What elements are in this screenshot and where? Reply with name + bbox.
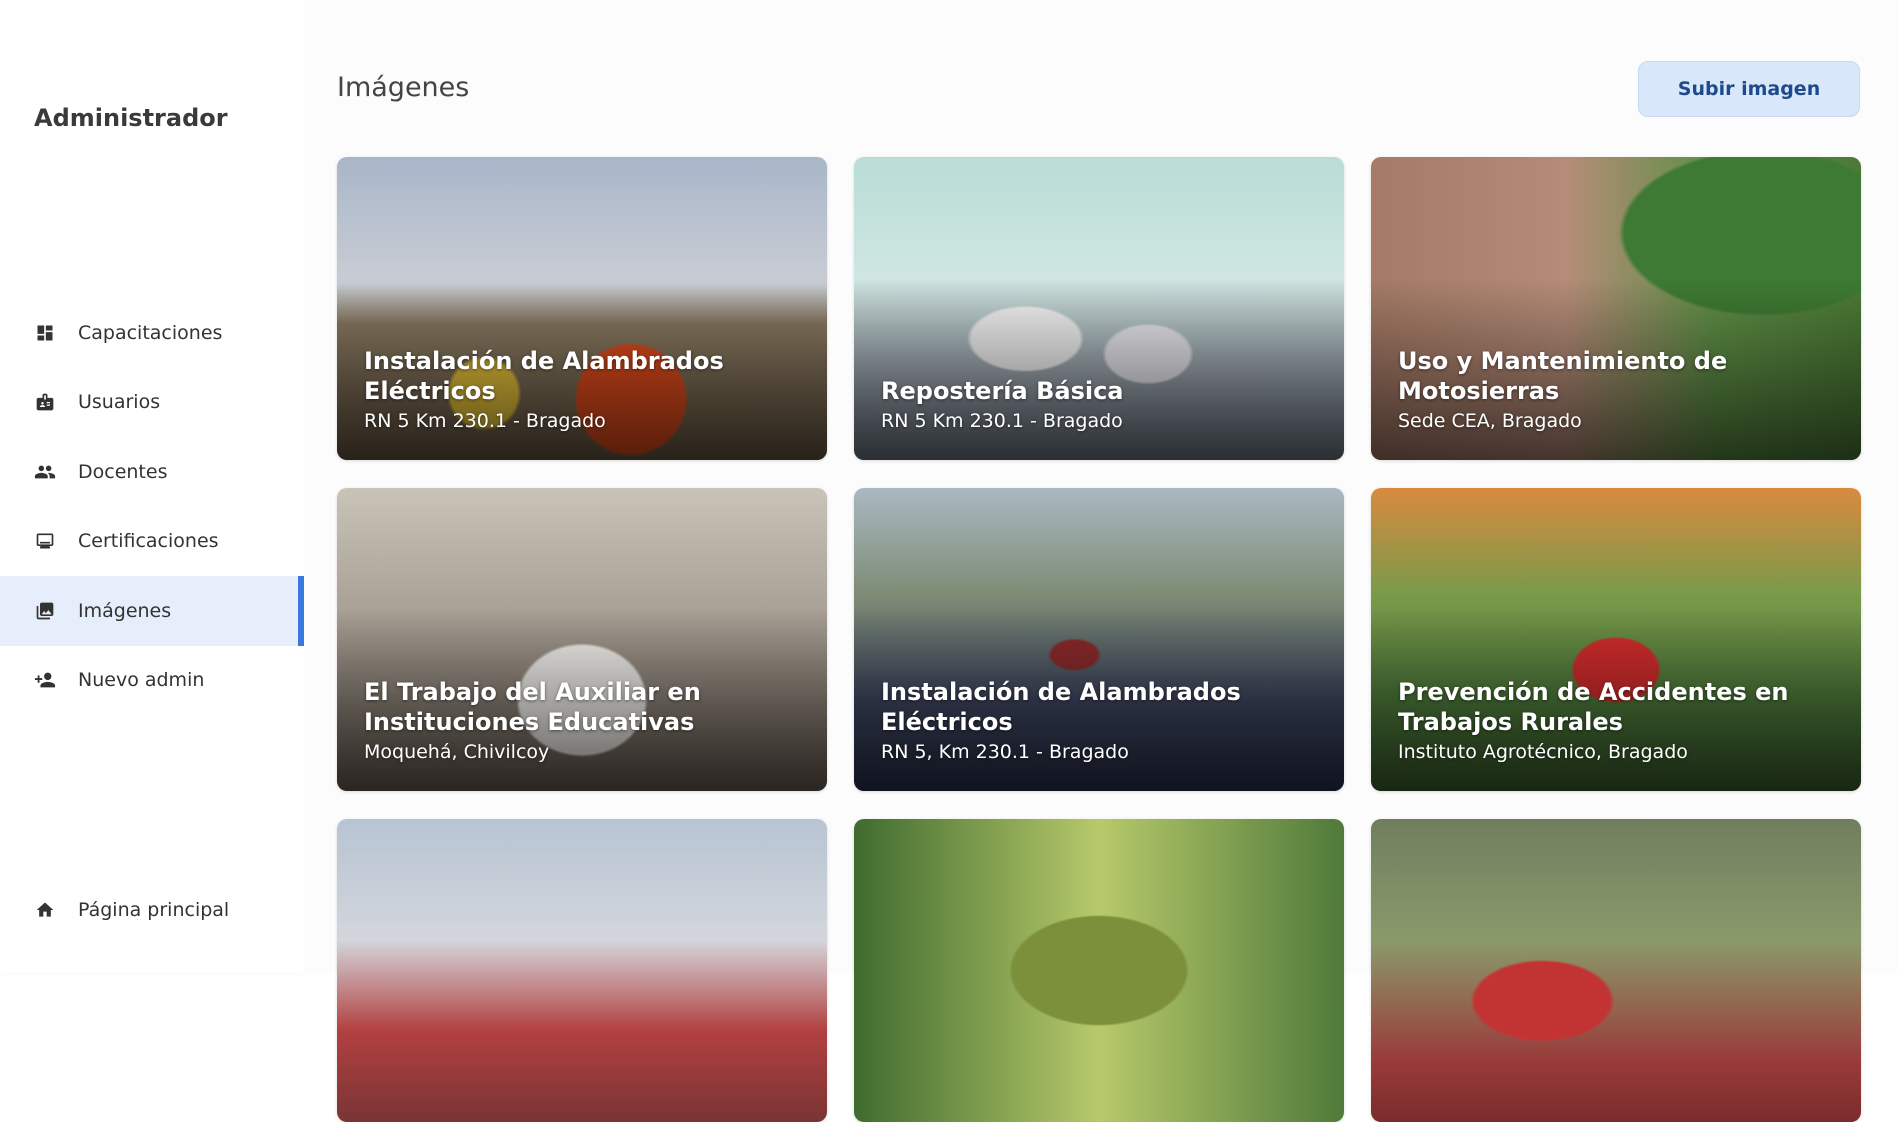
main-content: Imágenes Subir imagen Instalación de Ala… (304, 0, 1897, 1122)
sidebar-item-nuevo-admin[interactable]: Nuevo admin (0, 646, 304, 716)
card-location: Instituto Agrotécnico, Bragado (1398, 741, 1688, 763)
people-icon (34, 461, 56, 483)
sidebar-item-certificaciones[interactable]: Certificaciones (0, 507, 304, 577)
sidebar-item-docentes[interactable]: Docentes (0, 437, 304, 507)
image-card[interactable] (854, 819, 1344, 1122)
image-card[interactable]: Instalación de Alambrados Eléctricos RN … (337, 157, 827, 460)
image-card[interactable]: El Trabajo del Auxiliar en Instituciones… (337, 488, 827, 791)
page-title: Imágenes (337, 72, 470, 103)
card-photo (337, 819, 827, 1122)
image-icon (34, 600, 56, 622)
sidebar-item-label: Docentes (78, 460, 168, 483)
sidebar-item-pagina-principal[interactable]: Página principal (0, 875, 304, 945)
sidebar-item-capacitaciones[interactable]: Capacitaciones (0, 298, 304, 368)
card-location: Moquehá, Chivilcoy (364, 741, 550, 763)
card-photo (1371, 819, 1861, 1122)
card-location: RN 5 Km 230.1 - Bragado (364, 410, 606, 432)
image-card[interactable]: Repostería Básica RN 5 Km 230.1 - Bragad… (854, 157, 1344, 460)
person-add-icon (34, 669, 56, 691)
dashboard-icon (34, 322, 56, 344)
sidebar-item-imagenes[interactable]: Imágenes (0, 576, 304, 646)
card-location: Sede CEA, Bragado (1398, 410, 1582, 432)
home-icon (34, 899, 56, 921)
sidebar: Administrador Capacitaciones Usuarios Do… (0, 0, 305, 973)
image-card[interactable] (1371, 819, 1861, 1122)
badge-icon (34, 391, 56, 413)
sidebar-item-label: Imágenes (78, 599, 172, 622)
home-link-label: Página principal (78, 898, 230, 921)
sidebar-item-usuarios[interactable]: Usuarios (0, 368, 304, 438)
card-title: Repostería Básica (881, 377, 1124, 405)
sidebar-item-label: Nuevo admin (78, 669, 205, 692)
card-photo (854, 819, 1344, 1122)
brand-title: Administrador (34, 104, 228, 132)
image-card[interactable]: Instalación de Alambrados Eléctricos RN … (854, 488, 1344, 791)
image-card[interactable] (337, 819, 827, 1122)
card-title: Instalación de Alambrados Eléctricos (881, 678, 1241, 736)
card-title: El Trabajo del Auxiliar en Instituciones… (364, 678, 701, 736)
card-title: Uso y Mantenimiento de Motosierras (1398, 347, 1728, 405)
card-title: Prevención de Accidentes en Trabajos Rur… (1398, 678, 1789, 736)
sidebar-item-label: Capacitaciones (78, 321, 223, 344)
image-card[interactable]: Uso y Mantenimiento de Motosierras Sede … (1371, 157, 1861, 460)
sidebar-nav: Capacitaciones Usuarios Docentes Certifi… (0, 298, 304, 715)
image-card[interactable]: Prevención de Accidentes en Trabajos Rur… (1371, 488, 1861, 791)
card-location: RN 5 Km 230.1 - Bragado (881, 410, 1123, 432)
sidebar-item-label: Usuarios (78, 391, 161, 414)
sidebar-item-label: Certificaciones (78, 530, 219, 553)
home-link-container: Página principal (0, 875, 304, 945)
upload-image-button[interactable]: Subir imagen (1638, 61, 1860, 117)
card-location: RN 5, Km 230.1 - Bragado (881, 741, 1129, 763)
monitor-icon (34, 530, 56, 552)
card-title: Instalación de Alambrados Eléctricos (364, 347, 724, 405)
